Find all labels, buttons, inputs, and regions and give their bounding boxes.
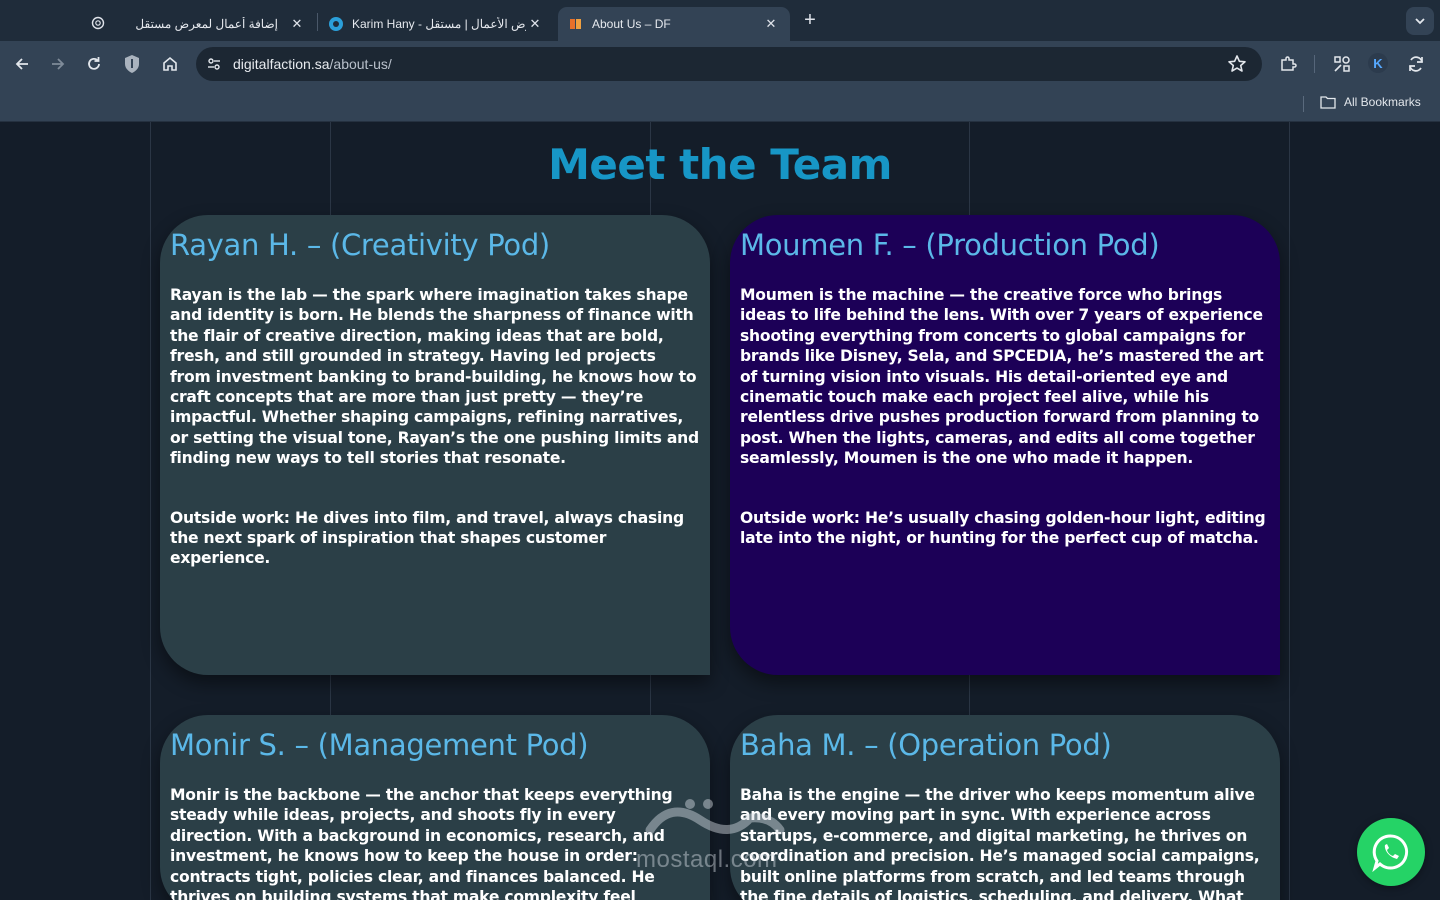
url-path: /about-us/ <box>329 56 392 72</box>
team-card-moumen: Moumen F. – (Production Pod) Moumen is t… <box>730 215 1280 675</box>
tab-title: إضافة أعمال لمعرض مستقل <box>135 17 278 31</box>
mostaql-favicon-icon <box>328 16 344 32</box>
toolbar-divider <box>1314 55 1315 73</box>
tab-pinned-openai[interactable] <box>84 7 112 41</box>
team-card-monir: Monir S. – (Management Pod) Monir is the… <box>160 715 710 900</box>
tab-title: Karim Hany - معرض الأعمال | مستقل <box>352 17 526 31</box>
tab-karim-hany[interactable]: Karim Hany - معرض الأعمال | مستقل ✕ <box>318 7 554 41</box>
shield-icon <box>125 55 139 73</box>
site-settings-icon[interactable] <box>204 54 224 74</box>
tab-strip: إضافة أعمال لمعرض مستقل ✕ Karim Hany - م… <box>0 0 1440 41</box>
close-icon[interactable]: ✕ <box>526 16 544 32</box>
home-icon <box>163 56 177 71</box>
tab-title: About Us – DF <box>592 17 671 31</box>
tab-search-button[interactable] <box>1406 7 1434 35</box>
back-button[interactable] <box>10 52 34 76</box>
url-text[interactable]: digitalfaction.sa/about-us/ <box>233 56 392 72</box>
member-name: Monir S. – (Management Pod) <box>170 728 589 762</box>
member-outside-work: Outside work: He’s usually chasing golde… <box>740 508 1266 548</box>
mostaql-logo-icon <box>645 799 785 835</box>
folder-icon <box>1320 96 1336 109</box>
puzzle-icon <box>1281 56 1297 71</box>
all-bookmarks-button[interactable]: All Bookmarks <box>1320 95 1421 109</box>
grid-line <box>1289 122 1290 900</box>
team-card-baha: Baha M. – (Operation Pod) Baha is the en… <box>730 715 1280 900</box>
watermark-text: mostaql.com <box>636 846 778 873</box>
arrow-left-icon <box>15 58 28 70</box>
customize-chrome-button[interactable] <box>1330 52 1354 76</box>
tab-about-us[interactable]: About Us – DF ✕ <box>558 7 790 41</box>
home-button[interactable] <box>158 52 182 76</box>
member-name: Baha M. – (Operation Pod) <box>740 728 1112 762</box>
bookmarks-bar: All Bookmarks <box>0 87 1440 122</box>
team-card-rayan: Rayan H. – (Creativity Pod) Rayan is the… <box>160 215 710 675</box>
shapes-icon <box>1334 56 1350 72</box>
close-icon[interactable]: ✕ <box>762 16 780 32</box>
member-bio: Moumen is the machine — the creative for… <box>740 286 1264 468</box>
sync-icon <box>1409 56 1423 72</box>
arrow-right-icon <box>52 58 65 70</box>
page-viewport: Meet the Team Rayan H. – (Creativity Pod… <box>0 122 1440 900</box>
address-bar[interactable]: digitalfaction.sa/about-us/ <box>196 47 1262 81</box>
star-icon <box>1228 55 1246 72</box>
member-bio: Baha is the engine — the driver who keep… <box>740 786 1260 900</box>
new-tab-button[interactable]: + <box>798 8 822 32</box>
sync-button[interactable] <box>1404 52 1428 76</box>
member-bio: Monir is the backbone — the anchor that … <box>170 786 673 900</box>
profile-avatar[interactable]: K <box>1368 53 1388 73</box>
bookmark-star-button[interactable] <box>1226 53 1248 75</box>
tab-mostaql-add-work[interactable]: إضافة أعمال لمعرض مستقل ✕ <box>120 7 316 41</box>
member-name: Moumen F. – (Production Pod) <box>740 228 1160 262</box>
openai-icon <box>90 15 106 34</box>
df-favicon-icon <box>568 16 584 32</box>
forward-button[interactable] <box>46 52 70 76</box>
whatsapp-icon <box>1372 834 1409 872</box>
mostaql-watermark: mostaql.com <box>630 790 810 880</box>
member-outside-work: Outside work: He dives into film, and tr… <box>170 508 684 568</box>
url-host: digitalfaction.sa <box>233 56 330 72</box>
member-name: Rayan H. – (Creativity Pod) <box>170 228 550 262</box>
whatsapp-chat-button[interactable] <box>1357 818 1425 886</box>
close-icon[interactable]: ✕ <box>288 16 306 32</box>
member-bio: Rayan is the lab — the spark where imagi… <box>170 286 699 468</box>
chevron-down-icon <box>1414 12 1426 31</box>
extensions-button[interactable] <box>1276 52 1300 76</box>
bookmarks-divider <box>1303 96 1304 112</box>
all-bookmarks-label: All Bookmarks <box>1344 95 1421 109</box>
reload-button[interactable] <box>82 52 106 76</box>
reload-icon <box>88 57 100 70</box>
shield-extension-button[interactable] <box>120 52 144 76</box>
page-title: Meet the Team <box>548 140 892 189</box>
grid-line <box>150 122 151 900</box>
browser-toolbar: digitalfaction.sa/about-us/ K <box>0 41 1440 87</box>
